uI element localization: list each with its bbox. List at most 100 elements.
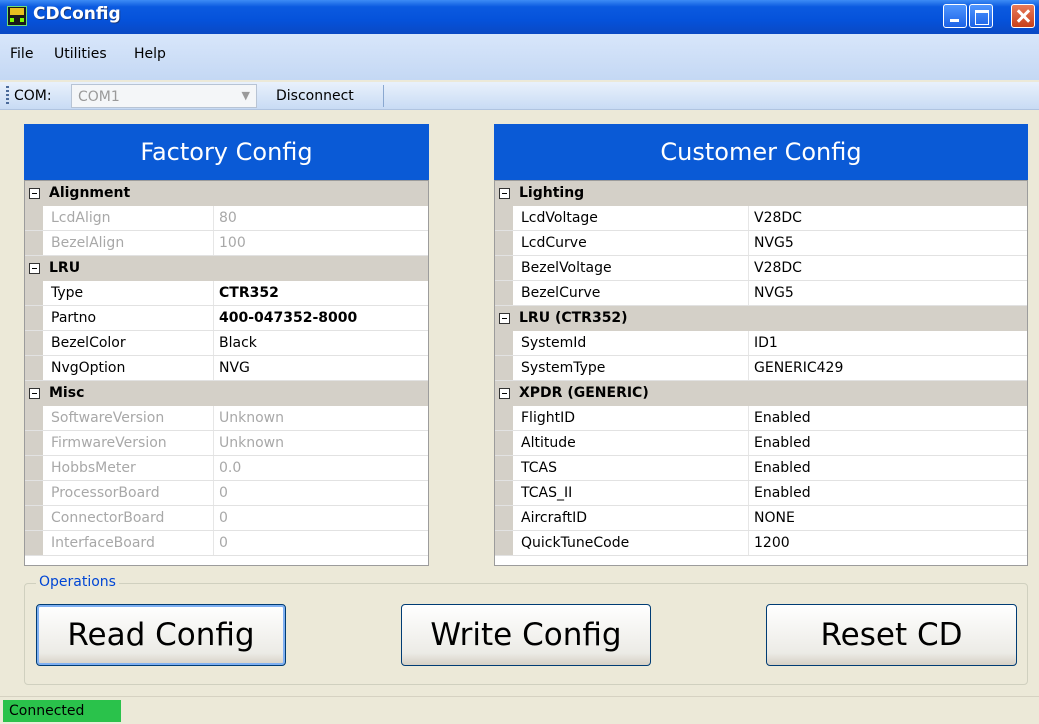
close-button[interactable] (1011, 4, 1035, 28)
property-value[interactable]: NVG (219, 360, 250, 376)
toolbar-grip-icon[interactable] (6, 86, 9, 106)
property-row[interactable]: LcdCurve NVG5 (495, 231, 1027, 256)
row-gutter (25, 531, 43, 555)
property-value: 80 (219, 210, 237, 226)
property-value[interactable]: V28DC (754, 210, 802, 226)
property-name: ConnectorBoard (51, 510, 165, 526)
com-port-select[interactable]: COM1 ▼ (71, 84, 257, 108)
category-row[interactable]: LRU (CTR352) (495, 306, 1027, 331)
menu-file[interactable]: File (10, 46, 33, 62)
property-row[interactable]: BezelAlign 100 (25, 231, 428, 256)
column-divider (213, 506, 214, 530)
property-value[interactable]: NONE (754, 510, 795, 526)
property-name: LcdVoltage (521, 210, 598, 226)
property-row[interactable]: Partno 400-047352-8000 (25, 306, 428, 331)
menu-bar: File Utilities Help (0, 34, 1039, 80)
property-row[interactable]: Type CTR352 (25, 281, 428, 306)
property-value[interactable]: Enabled (754, 435, 811, 451)
column-divider (748, 206, 749, 230)
collapse-toggle-icon[interactable] (499, 313, 510, 324)
collapse-toggle-icon[interactable] (499, 188, 510, 199)
property-value: 100 (219, 235, 246, 251)
column-divider (213, 356, 214, 380)
property-row[interactable]: TCAS_II Enabled (495, 481, 1027, 506)
collapse-toggle-icon[interactable] (29, 263, 40, 274)
property-value[interactable]: Enabled (754, 460, 811, 476)
property-name: ProcessorBoard (51, 485, 160, 501)
property-row[interactable]: HobbsMeter 0.0 (25, 456, 428, 481)
write-config-button[interactable]: Write Config (401, 604, 651, 666)
row-gutter (25, 481, 43, 505)
status-bar: Connected (0, 696, 1039, 724)
property-row[interactable]: Altitude Enabled (495, 431, 1027, 456)
collapse-toggle-icon[interactable] (29, 388, 40, 399)
collapse-toggle-icon[interactable] (499, 388, 510, 399)
row-gutter (25, 506, 43, 530)
property-row[interactable]: TCAS Enabled (495, 456, 1027, 481)
category-row[interactable]: XPDR (GENERIC) (495, 381, 1027, 406)
property-row[interactable]: SystemType GENERIC429 (495, 356, 1027, 381)
property-row[interactable]: LcdAlign 80 (25, 206, 428, 231)
property-row[interactable]: SoftwareVersion Unknown (25, 406, 428, 431)
property-row[interactable]: ProcessorBoard 0 (25, 481, 428, 506)
property-name: SoftwareVersion (51, 410, 165, 426)
property-value[interactable]: NVG5 (754, 235, 794, 251)
property-row[interactable]: ConnectorBoard 0 (25, 506, 428, 531)
property-row[interactable]: FlightID Enabled (495, 406, 1027, 431)
chevron-down-icon: ▼ (241, 89, 250, 102)
property-value[interactable]: 400-047352-8000 (219, 310, 357, 326)
property-row[interactable]: BezelVoltage V28DC (495, 256, 1027, 281)
column-divider (748, 256, 749, 280)
property-value: 0 (219, 510, 228, 526)
column-divider (748, 456, 749, 480)
maximize-button[interactable] (969, 4, 993, 28)
property-value[interactable]: Black (219, 335, 257, 351)
property-row[interactable]: SystemId ID1 (495, 331, 1027, 356)
property-name: FlightID (521, 410, 575, 426)
customer-property-grid: Lighting LcdVoltage V28DC LcdCurve NVG5 Bezel… (494, 180, 1028, 566)
column-divider (213, 406, 214, 430)
property-row[interactable]: BezelCurve NVG5 (495, 281, 1027, 306)
property-value[interactable]: Enabled (754, 485, 811, 501)
property-value[interactable]: GENERIC429 (754, 360, 843, 376)
property-value[interactable]: NVG5 (754, 285, 794, 301)
property-value[interactable]: Enabled (754, 410, 811, 426)
property-value[interactable]: 1200 (754, 535, 790, 551)
row-gutter (25, 206, 43, 230)
property-row[interactable]: LcdVoltage V28DC (495, 206, 1027, 231)
column-divider (213, 206, 214, 230)
property-row[interactable]: QuickTuneCode 1200 (495, 531, 1027, 556)
category-row[interactable]: Lighting (495, 181, 1027, 206)
column-divider (748, 281, 749, 305)
menu-utilities[interactable]: Utilities (54, 46, 107, 62)
row-gutter (25, 456, 43, 480)
read-config-button[interactable]: Read Config (36, 604, 286, 666)
customer-config-header: Customer Config (494, 124, 1028, 180)
window-title: CDConfig (33, 4, 121, 24)
property-value[interactable]: ID1 (754, 335, 778, 351)
property-row[interactable]: BezelColor Black (25, 331, 428, 356)
category-row[interactable]: LRU (25, 256, 428, 281)
property-row[interactable]: InterfaceBoard 0 (25, 531, 428, 556)
property-row[interactable]: NvgOption NVG (25, 356, 428, 381)
category-row[interactable]: Misc (25, 381, 428, 406)
collapse-toggle-icon[interactable] (29, 188, 40, 199)
category-label: LRU (49, 260, 81, 276)
property-name: LcdAlign (51, 210, 111, 226)
property-row[interactable]: AircraftID NONE (495, 506, 1027, 531)
category-label: Misc (49, 385, 85, 401)
reset-cd-button[interactable]: Reset CD (766, 604, 1017, 666)
category-label: Lighting (519, 185, 585, 201)
category-row[interactable]: Alignment (25, 181, 428, 206)
column-divider (748, 356, 749, 380)
property-value[interactable]: CTR352 (219, 285, 279, 301)
property-row[interactable]: FirmwareVersion Unknown (25, 431, 428, 456)
property-value[interactable]: V28DC (754, 260, 802, 276)
disconnect-button[interactable]: Disconnect (266, 85, 364, 107)
property-value: Unknown (219, 410, 284, 426)
column-divider (213, 531, 214, 555)
menu-help[interactable]: Help (134, 46, 166, 62)
property-value: Unknown (219, 435, 284, 451)
minimize-button[interactable] (943, 4, 967, 28)
property-name: SystemId (521, 335, 587, 351)
